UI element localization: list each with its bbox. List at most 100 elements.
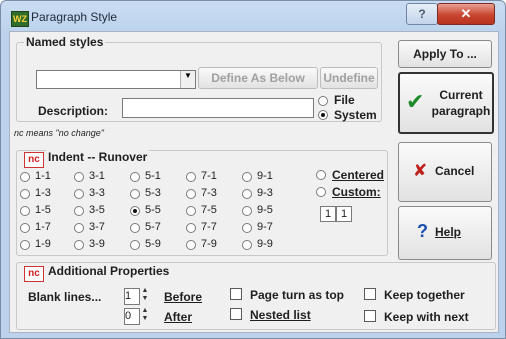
indent-radio-label: 1-9: [35, 238, 51, 250]
blank-lines-label: Blank lines...: [28, 290, 102, 304]
indent-radio-3-3[interactable]: [74, 189, 84, 199]
help-label: Help: [435, 225, 462, 239]
indent-radio-1-9[interactable]: [20, 240, 30, 250]
before-field[interactable]: 1: [124, 288, 140, 305]
indent-radio-label: 3-3: [89, 187, 105, 199]
after-field[interactable]: 0: [124, 308, 140, 325]
indent-radio-3-7[interactable]: [74, 223, 84, 233]
nested-list-label: Nested list: [250, 308, 311, 322]
indent-radio-1-7[interactable]: [20, 223, 30, 233]
indent-nc-button[interactable]: nc: [24, 152, 44, 168]
indent-radio-7-5[interactable]: [186, 206, 196, 216]
indent-radio-9-1[interactable]: [242, 172, 252, 182]
indent-radio-label: 5-3: [145, 187, 161, 199]
indent-radio-label: 9-9: [257, 238, 273, 250]
indent-radio-label: 3-1: [89, 170, 105, 182]
nested-list-checkbox[interactable]: [230, 308, 242, 320]
current-paragraph-button[interactable]: ✔ Current paragraph: [398, 72, 494, 134]
indent-radio-9-5[interactable]: [242, 206, 252, 216]
indent-radio-label: 7-1: [201, 170, 217, 182]
additional-nc-button[interactable]: nc: [24, 266, 44, 282]
undefine-button[interactable]: Undefine: [320, 67, 378, 89]
before-spinner-icon[interactable]: ▲ ▼: [140, 287, 150, 304]
indent-radio-label: 3-9: [89, 238, 105, 250]
indent-radio-9-9[interactable]: [242, 240, 252, 250]
indent-radio-9-7[interactable]: [242, 223, 252, 233]
radio-centered-label: Centered: [332, 168, 385, 182]
question-icon: ?: [417, 221, 428, 241]
keep-together-checkbox[interactable]: [364, 288, 376, 300]
radio-centered[interactable]: [316, 170, 326, 180]
indent-radio-label: 5-5: [145, 204, 161, 216]
indent-radio-7-7[interactable]: [186, 223, 196, 233]
indent-radio-7-3[interactable]: [186, 189, 196, 199]
keep-with-next-checkbox[interactable]: [364, 310, 376, 322]
indent-radio-label: 5-1: [145, 170, 161, 182]
radio-custom-label: Custom:: [332, 185, 381, 199]
page-turn-checkbox[interactable]: [230, 288, 242, 300]
keep-together-label: Keep together: [384, 288, 465, 302]
define-as-below-button[interactable]: Define As Below: [198, 67, 318, 89]
close-button[interactable]: ✕: [437, 3, 495, 25]
dialog-client: Named styles ▼ Define As Below Undefine …: [9, 31, 499, 333]
indent-radio-label: 1-5: [35, 204, 51, 216]
indent-radio-label: 5-7: [145, 221, 161, 233]
indent-radio-label: 7-5: [201, 204, 217, 216]
indent-radio-7-1[interactable]: [186, 172, 196, 182]
after-spinner-icon[interactable]: ▲ ▼: [140, 307, 150, 324]
radio-system[interactable]: [318, 110, 328, 120]
no-change-note: nc means "no change": [14, 128, 104, 138]
indent-radio-1-3[interactable]: [20, 189, 30, 199]
indent-radio-3-1[interactable]: [74, 172, 84, 182]
custom-runover-field[interactable]: 1: [336, 206, 352, 222]
custom-indent-field[interactable]: 1: [320, 206, 336, 222]
indent-runover-legend: Indent -- Runover: [46, 150, 150, 164]
indent-radio-label: 9-7: [257, 221, 273, 233]
current-paragraph-line1: Current: [439, 88, 483, 102]
additional-properties-legend: Additional Properties: [46, 264, 172, 278]
x-icon: ✘: [413, 161, 428, 181]
indent-radio-7-9[interactable]: [186, 240, 196, 250]
radio-custom[interactable]: [316, 187, 326, 197]
indent-radio-5-1[interactable]: [130, 172, 140, 182]
radio-file-label: File: [334, 93, 355, 107]
indent-radio-label: 3-5: [89, 204, 105, 216]
description-label: Description:: [38, 104, 109, 118]
window-title: Paragraph Style: [31, 10, 118, 24]
indent-radio-label: 7-3: [201, 187, 217, 199]
indent-radio-label: 5-9: [145, 238, 161, 250]
indent-radio-5-9[interactable]: [130, 240, 140, 250]
indent-radio-1-1[interactable]: [20, 172, 30, 182]
current-paragraph-line2: paragraph: [431, 104, 491, 118]
title-bar[interactable]: WZ Paragraph Style ? ✕: [1, 1, 505, 35]
indent-radio-label: 1-7: [35, 221, 51, 233]
cancel-label: Cancel: [435, 164, 475, 178]
page-turn-label: Page turn as top: [250, 288, 345, 302]
indent-radio-1-5[interactable]: [20, 206, 30, 216]
indent-radio-3-9[interactable]: [74, 240, 84, 250]
indent-radio-label: 9-5: [257, 204, 273, 216]
dialog-window: WZ Paragraph Style ? ✕ Named styles ▼ De…: [0, 0, 506, 339]
check-icon: ✔: [406, 90, 425, 115]
indent-radio-5-3[interactable]: [130, 189, 140, 199]
app-icon: WZ: [11, 11, 29, 27]
cancel-button[interactable]: ✘ Cancel: [398, 142, 492, 202]
named-styles-combo[interactable]: ▼: [36, 70, 196, 89]
after-label: After: [164, 310, 193, 324]
titlebar-help-button[interactable]: ?: [406, 3, 438, 25]
indent-radio-9-3[interactable]: [242, 189, 252, 199]
indent-radio-label: 7-9: [201, 238, 217, 250]
indent-radio-label: 1-3: [35, 187, 51, 199]
indent-radio-5-7[interactable]: [130, 223, 140, 233]
chevron-down-icon[interactable]: ▼: [180, 71, 195, 88]
named-styles-legend: Named styles: [24, 35, 106, 49]
description-field[interactable]: [122, 98, 314, 118]
indent-radio-label: 3-7: [89, 221, 105, 233]
indent-radio-label: 9-3: [257, 187, 273, 199]
indent-radio-3-5[interactable]: [74, 206, 84, 216]
indent-radio-5-5[interactable]: [130, 206, 140, 216]
radio-file[interactable]: [318, 96, 328, 106]
keep-with-next-label: Keep with next: [384, 310, 469, 324]
help-button[interactable]: ? Help: [398, 206, 492, 260]
apply-to-button[interactable]: Apply To ...: [398, 40, 492, 68]
